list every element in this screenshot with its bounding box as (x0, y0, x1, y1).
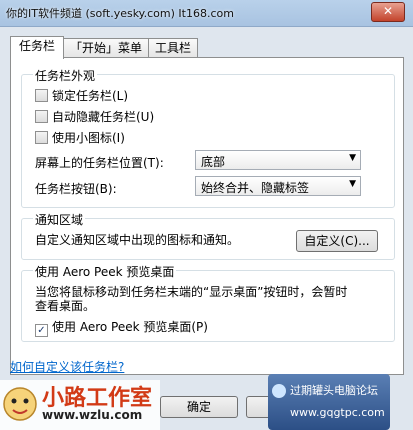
watermark-right-title: 过期罐头电脑论坛 (290, 384, 378, 397)
auto-hide-checkbox[interactable]: 自动隐藏任务栏(U) (35, 108, 154, 125)
aeropeek-description-line2: 查看桌面。 (35, 299, 96, 313)
chevron-down-icon: ▼ (349, 153, 356, 163)
watermark-right-url: www.gqgtpc.com (290, 406, 385, 419)
close-icon: ✕ (382, 4, 394, 18)
checkbox-box (35, 131, 48, 144)
tab-panel: 任务栏外观 锁定任务栏(L) 自动隐藏任务栏(U) 使用小图标(I) 屏幕上的任… (10, 57, 404, 375)
location-label: 屏幕上的任务栏位置(T): (35, 156, 164, 170)
tab-taskbar[interactable]: 任务栏 (10, 36, 64, 59)
location-value: 底部 (201, 155, 226, 169)
small-icons-checkbox[interactable]: 使用小图标(I) (35, 129, 125, 146)
tab-start-menu[interactable]: 「开始」菜单 (63, 38, 149, 58)
forum-logo-icon (272, 384, 286, 398)
watermark-left: 小路工作室 www.wzlu.com (0, 380, 160, 430)
checkbox-box (35, 89, 48, 102)
buttons-label: 任务栏按钮(B): (35, 182, 117, 196)
notification-group-title: 通知区域 (33, 211, 86, 228)
aeropeek-checkbox[interactable]: ✓ 使用 Aero Peek 预览桌面(P) (35, 318, 208, 337)
aeropeek-group-title: 使用 Aero Peek 预览桌面 (33, 263, 177, 280)
aeropeek-checkbox-label: 使用 Aero Peek 预览桌面(P) (52, 320, 208, 334)
checkbox-box (35, 110, 48, 123)
mascot-icon (3, 387, 37, 421)
location-select[interactable]: 底部 ▼ (195, 150, 361, 170)
small-icons-label: 使用小图标(I) (52, 131, 125, 145)
title-bar: 你的IT软件频道 (soft.yesky.com) It168.com ✕ (0, 0, 413, 27)
auto-hide-label: 自动隐藏任务栏(U) (52, 110, 155, 124)
appearance-group-title: 任务栏外观 (33, 67, 98, 84)
customize-button[interactable]: 自定义(C)... (296, 230, 378, 252)
lock-taskbar-checkbox[interactable]: 锁定任务栏(L) (35, 87, 128, 104)
help-link[interactable]: 如何自定义该任务栏? (10, 358, 124, 375)
close-button[interactable]: ✕ (371, 2, 405, 22)
chevron-down-icon: ▼ (349, 179, 356, 189)
lock-taskbar-label: 锁定任务栏(L) (52, 89, 129, 103)
window-title: 你的IT软件频道 (soft.yesky.com) It168.com (6, 7, 234, 20)
watermark-left-url: www.wzlu.com (42, 408, 143, 422)
watermark-right: 过期罐头电脑论坛 www.gqgtpc.com (268, 374, 390, 430)
buttons-value: 始终合并、隐藏标签 (201, 181, 310, 195)
notification-description: 自定义通知区域中出现的图标和通知。 (35, 233, 240, 247)
ok-button[interactable]: 确定 (160, 396, 238, 418)
tab-toolbars[interactable]: 工具栏 (148, 38, 198, 58)
buttons-select[interactable]: 始终合并、隐藏标签 ▼ (195, 176, 361, 196)
check-icon: ✓ (35, 324, 48, 337)
